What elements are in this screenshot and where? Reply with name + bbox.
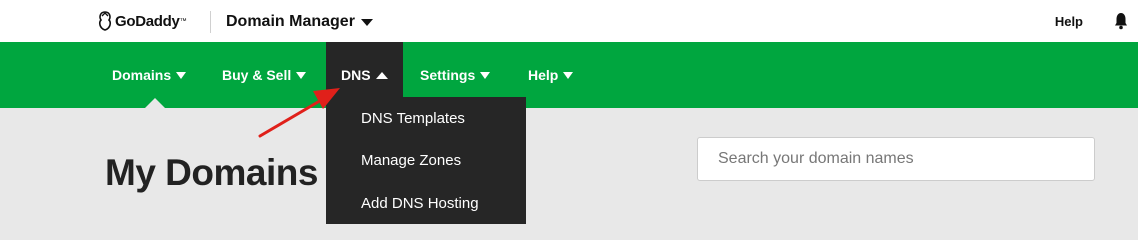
red-arrow-annotation [258,88,340,138]
